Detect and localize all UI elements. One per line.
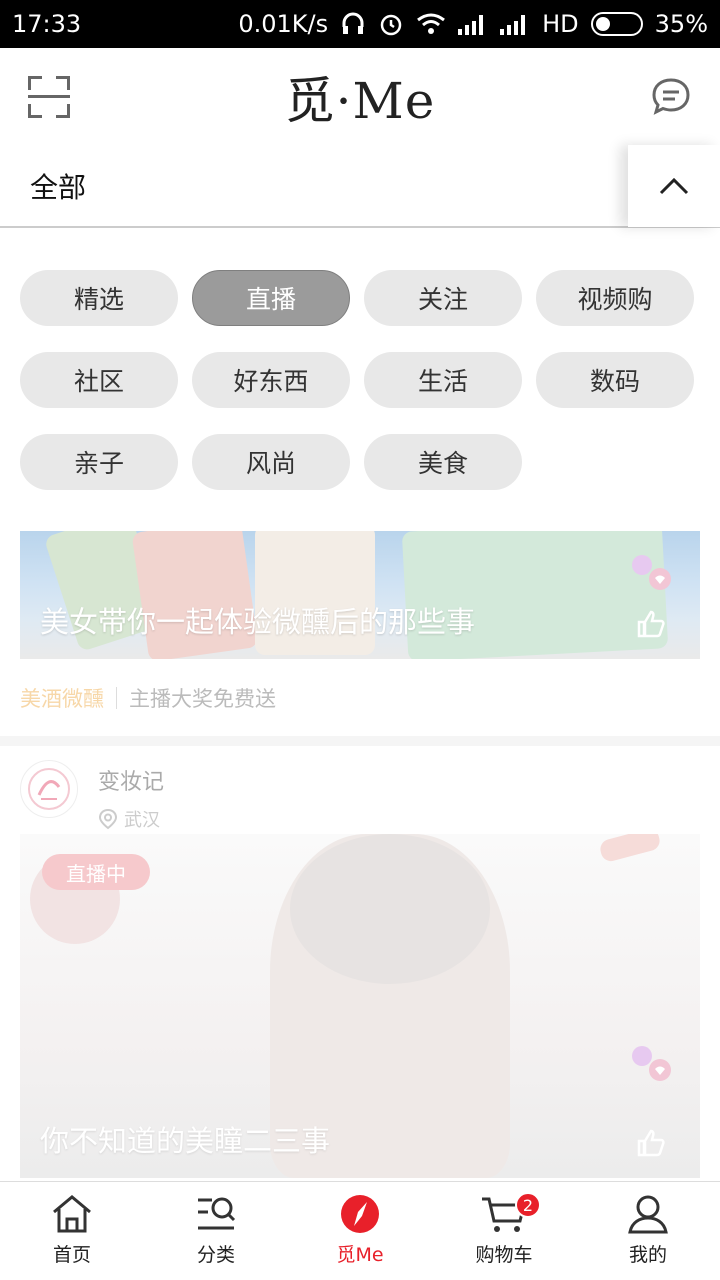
live-badge: 直播中 xyxy=(42,854,150,890)
author-name: 变妆记 xyxy=(98,770,165,795)
chip-shequ[interactable]: 社区 xyxy=(20,352,178,408)
status-bar: 17:33 0.01K/s HD 35% xyxy=(0,0,720,48)
nav-me-label: 我的 xyxy=(628,1244,667,1266)
tag-separator xyxy=(116,687,117,709)
chip-shenghuo[interactable]: 生活 xyxy=(364,352,522,408)
chevron-up-icon xyxy=(659,177,689,195)
app-logo: 觅·Me xyxy=(284,72,436,130)
nav-mime-label: 觅Me xyxy=(336,1244,384,1266)
chip-shuma[interactable]: 数码 xyxy=(536,352,694,408)
network-type: HD xyxy=(542,10,579,38)
chip-haodongxi[interactable]: 好东西 xyxy=(192,352,350,408)
tag-primary[interactable]: 美酒微醺 xyxy=(20,683,104,713)
chip-qinzi[interactable]: 亲子 xyxy=(20,434,178,490)
heart-bubbles-icon xyxy=(632,555,671,590)
alarm-icon xyxy=(380,14,402,36)
chip-fengshang[interactable]: 风尚 xyxy=(192,434,350,490)
app-header: 觅·Me xyxy=(0,48,720,146)
avatar[interactable] xyxy=(20,760,78,818)
live-card-banner-1[interactable]: 美女带你一起体验微醺后的那些事 xyxy=(20,531,700,659)
chip-meishi[interactable]: 美食 xyxy=(364,434,522,490)
home-icon xyxy=(53,1195,91,1233)
location-pin-icon xyxy=(98,808,118,830)
battery-fill xyxy=(595,17,611,31)
location-text: 武汉 xyxy=(124,810,160,831)
live-caption-2: 你不知道的美瞳二三事 xyxy=(40,1124,331,1158)
chip-zhibo[interactable]: 直播 xyxy=(192,270,350,326)
chip-guanzhu[interactable]: 关注 xyxy=(364,270,522,326)
user-icon xyxy=(628,1195,668,1234)
like-icon[interactable] xyxy=(636,609,666,639)
nav-category[interactable]: 分类 xyxy=(144,1182,288,1280)
category-header: 全部 xyxy=(0,145,720,228)
heart-bubbles-icon xyxy=(632,1046,671,1081)
message-icon[interactable] xyxy=(650,76,692,118)
chip-shipingou[interactable]: 视频购 xyxy=(536,270,694,326)
person-hair xyxy=(290,834,490,984)
wifi-icon xyxy=(417,13,446,34)
makeup-deco xyxy=(598,834,662,864)
network-speed: 0.01K/s xyxy=(238,10,329,38)
nav-cart-label: 购物车 xyxy=(475,1244,533,1266)
headset-icon xyxy=(342,12,364,34)
live-card-banner-2[interactable]: 直播中 你不知道的美瞳二三事 xyxy=(20,834,700,1178)
nav-me[interactable]: 我的 xyxy=(576,1182,720,1280)
nav-home[interactable]: 首页 xyxy=(0,1182,144,1280)
signal-icon-2 xyxy=(500,15,526,35)
bottom-nav: 首页 分类 觅Me 2 购物车 我的 xyxy=(0,1181,720,1280)
author-row[interactable]: 变妆记 武汉 xyxy=(20,760,164,832)
live-caption-1: 美女带你一起体验微醺后的那些事 xyxy=(40,605,476,639)
card1-tags: 美酒微醺 主播大奖免费送 xyxy=(20,683,276,713)
nav-cart[interactable]: 2 购物车 xyxy=(432,1182,576,1280)
collapse-button[interactable] xyxy=(628,145,720,227)
category-chips: 精选 直播 关注 视频购 社区 好东西 生活 数码 亲子 风尚 美食 xyxy=(20,270,700,490)
section-divider xyxy=(0,736,720,746)
nav-mime[interactable]: 觅Me xyxy=(288,1182,432,1280)
status-time: 17:33 xyxy=(12,10,82,38)
battery-percent: 35% xyxy=(654,10,708,38)
author-location: 武汉 xyxy=(98,806,164,832)
author-info: 变妆记 武汉 xyxy=(98,760,164,832)
compass-icon xyxy=(341,1195,379,1233)
category-title: 全部 xyxy=(30,171,87,204)
status-right: 0.01K/s HD 35% xyxy=(238,10,708,38)
avatar-logo-icon xyxy=(28,768,70,810)
cart-badge: 2 xyxy=(515,1192,541,1218)
nav-category-label: 分类 xyxy=(196,1244,235,1266)
scan-icon[interactable] xyxy=(28,76,70,118)
category-search-icon xyxy=(198,1197,236,1230)
like-icon[interactable] xyxy=(636,1128,666,1158)
battery-icon xyxy=(590,12,643,36)
chip-jingxuan[interactable]: 精选 xyxy=(20,270,178,326)
tag-secondary: 主播大奖免费送 xyxy=(129,687,276,711)
nav-home-label: 首页 xyxy=(52,1244,91,1266)
signal-icon xyxy=(458,15,484,35)
